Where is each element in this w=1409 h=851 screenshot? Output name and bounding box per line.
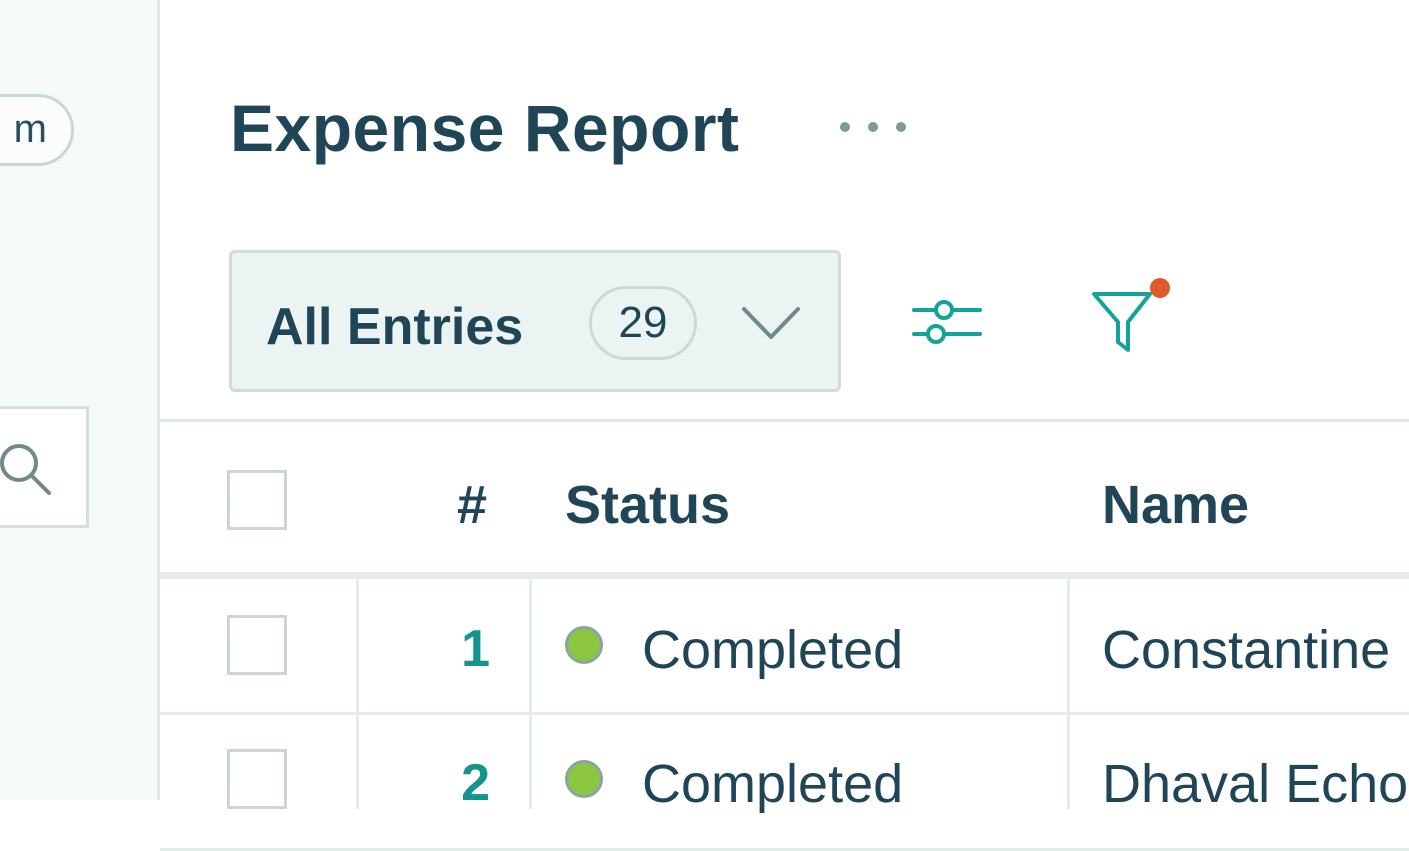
- column-header-name[interactable]: Name: [1102, 474, 1249, 536]
- filter-active-indicator: [1150, 278, 1170, 298]
- status-indicator: [565, 760, 603, 798]
- sidebar-search-button[interactable]: [0, 406, 89, 528]
- view-selector[interactable]: All Entries 29: [229, 250, 841, 392]
- more-horizontal-icon: [840, 122, 850, 132]
- name-cell: Dhaval Echo: [1102, 754, 1409, 814]
- more-options-button[interactable]: [840, 120, 910, 138]
- page-title: Expense Report: [230, 91, 740, 165]
- sidebar-pill-label: m: [13, 107, 47, 151]
- row-number[interactable]: 2: [410, 753, 490, 813]
- entry-count-badge: 29: [589, 286, 697, 360]
- table-row[interactable]: 1 Completed Constantine: [160, 579, 1409, 715]
- table-header-row: # Status Name: [160, 422, 1409, 572]
- header-divider: [160, 572, 1409, 579]
- search-icon: [0, 444, 51, 495]
- name-cell: Constantine: [1102, 620, 1391, 680]
- sidebar: m: [0, 0, 160, 800]
- column-divider: [356, 579, 359, 809]
- column-divider: [529, 579, 532, 809]
- view-selector-label: All Entries: [266, 298, 524, 356]
- select-all-checkbox[interactable]: [227, 470, 287, 530]
- column-header-number[interactable]: #: [457, 474, 487, 536]
- column-divider: [1067, 579, 1070, 809]
- status-cell: Completed: [642, 754, 904, 814]
- column-header-status[interactable]: Status: [565, 474, 730, 536]
- status-cell: Completed: [642, 620, 904, 680]
- sliders-icon[interactable]: [912, 296, 982, 348]
- row-number[interactable]: 1: [410, 619, 490, 679]
- table-row[interactable]: 2 Completed Dhaval Echo: [160, 715, 1409, 851]
- sidebar-pill-button[interactable]: m: [0, 94, 74, 166]
- chevron-down-icon: [742, 307, 800, 339]
- status-indicator: [565, 626, 603, 664]
- row-checkbox[interactable]: [227, 749, 287, 809]
- filter-icon[interactable]: [1090, 280, 1160, 360]
- row-checkbox[interactable]: [227, 615, 287, 675]
